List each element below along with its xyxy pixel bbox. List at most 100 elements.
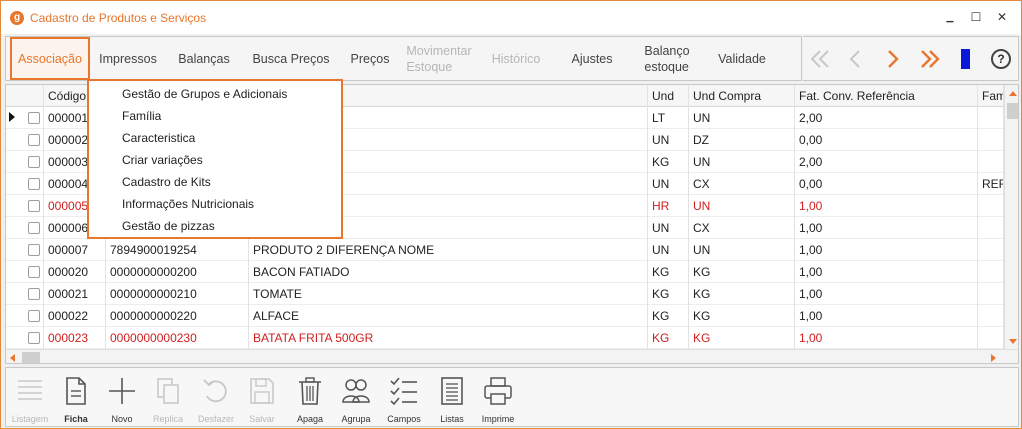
header-und[interactable]: Und (648, 85, 689, 107)
menu-impressos[interactable]: Impressos (92, 37, 164, 80)
cell-und[interactable]: UN (648, 239, 689, 261)
salvar-button[interactable]: Salvar (240, 368, 284, 426)
cell-familia[interactable] (978, 107, 1004, 129)
cell-barras[interactable]: 0000000000220 (106, 305, 249, 327)
table-row[interactable]: 000007 7894900019254 PRODUTO 2 DIFERENÇA N… (6, 239, 1004, 261)
cell-descricao[interactable]: ALFACE (249, 305, 648, 327)
cell-codigo[interactable]: 000021 (44, 283, 106, 305)
scroll-left-icon[interactable] (10, 354, 15, 362)
cell-und[interactable]: KG (648, 261, 689, 283)
header-familia[interactable]: Fam (978, 85, 1004, 107)
campos-button[interactable]: Campos (382, 368, 426, 426)
cell-barras[interactable]: 0000000000230 (106, 327, 249, 349)
cell-und[interactable]: KG (648, 151, 689, 173)
cell-fat-conv[interactable]: 1,00 (795, 327, 978, 349)
menu-balancas[interactable]: Balanças (166, 37, 242, 80)
cell-und-compra[interactable]: DZ (689, 129, 795, 151)
cell-und-compra[interactable]: UN (689, 107, 795, 129)
cell-und[interactable]: LT (648, 107, 689, 129)
cell-descricao[interactable]: BACON FATIADO (249, 261, 648, 283)
cell-fat-conv[interactable]: 1,00 (795, 239, 978, 261)
menu-balanco-estoque[interactable]: Balanço estoque (632, 37, 702, 80)
cell-familia[interactable] (978, 151, 1004, 173)
menu-movimentar-estoque[interactable]: Movimentar Estoque (398, 37, 480, 80)
cell-descricao[interactable]: TOMATE (249, 283, 648, 305)
dropdown-item-pizzas[interactable]: Gestão de pizzas (122, 215, 215, 237)
cell-barras[interactable]: 0000000000200 (106, 261, 249, 283)
scroll-right-icon[interactable] (991, 354, 996, 362)
cell-fat-conv[interactable]: 2,00 (795, 151, 978, 173)
cell-fat-conv[interactable]: 1,00 (795, 261, 978, 283)
table-row[interactable]: 000022 0000000000220 ALFACE KG KG 1,00 (6, 305, 1004, 327)
menu-validade[interactable]: Validade (708, 37, 776, 80)
cell-codigo[interactable]: 000023 (44, 327, 106, 349)
hscroll-thumb[interactable] (22, 352, 40, 363)
menu-historico[interactable]: Histórico (482, 37, 550, 80)
cell-codigo[interactable]: 000007 (44, 239, 106, 261)
menu-ajustes[interactable]: Ajustes (560, 37, 624, 80)
table-row[interactable]: 000023 0000000000230 BATATA FRITA 500GR KG K… (6, 327, 1004, 349)
cell-descricao[interactable]: PRODUTO 2 DIFERENÇA NOME (249, 239, 648, 261)
cell-familia[interactable] (978, 327, 1004, 349)
imprime-button[interactable]: Imprime (476, 368, 520, 426)
cell-fat-conv[interactable]: 2,00 (795, 107, 978, 129)
cell-descricao[interactable]: BATATA FRITA 500GR (249, 327, 648, 349)
cell-und-compra[interactable]: KG (689, 327, 795, 349)
close-button[interactable]: ✕ (989, 7, 1015, 27)
cell-barras[interactable]: 7894900019254 (106, 239, 249, 261)
dropdown-item-variacoes[interactable]: Criar variações (122, 149, 203, 171)
cell-und[interactable]: KG (648, 283, 689, 305)
cell-und-compra[interactable]: KG (689, 261, 795, 283)
apaga-button[interactable]: Apaga (288, 368, 332, 426)
novo-button[interactable]: Novo (100, 368, 144, 426)
dropdown-item-kits[interactable]: Cadastro de Kits (122, 171, 211, 193)
cell-fat-conv[interactable]: 0,00 (795, 173, 978, 195)
dropdown-item-grupos[interactable]: Gestão de Grupos e Adicionais (122, 83, 287, 105)
table-row[interactable]: 000020 0000000000200 BACON FATIADO KG KG 1,00 (6, 261, 1004, 283)
next-record-button[interactable] (879, 43, 907, 75)
cell-und-compra[interactable]: UN (689, 151, 795, 173)
menu-associacao[interactable]: Associação (10, 37, 90, 80)
horizontal-scrollbar[interactable] (6, 349, 1018, 363)
cell-familia[interactable] (978, 261, 1004, 283)
listas-button[interactable]: Listas (430, 368, 474, 426)
cell-fat-conv[interactable]: 0,00 (795, 129, 978, 151)
status-marker[interactable] (955, 43, 975, 75)
table-row[interactable]: 000021 0000000000210 TOMATE KG KG 1,00 (6, 283, 1004, 305)
cell-familia[interactable] (978, 305, 1004, 327)
cell-und-compra[interactable]: CX (689, 217, 795, 239)
scroll-thumb[interactable] (1007, 103, 1018, 119)
cell-und[interactable]: UN (648, 129, 689, 151)
header-und-compra[interactable]: Und Compra (689, 85, 795, 107)
header-fat-conv[interactable]: Fat. Conv. Referência (795, 85, 978, 107)
dropdown-item-nutricionais[interactable]: Informações Nutricionais (122, 193, 254, 215)
cell-fat-conv[interactable]: 1,00 (795, 195, 978, 217)
cell-familia[interactable] (978, 129, 1004, 151)
scroll-up-icon[interactable] (1009, 91, 1017, 96)
cell-und-compra[interactable]: KG (689, 283, 795, 305)
cell-und[interactable]: HR (648, 195, 689, 217)
cell-fat-conv[interactable]: 1,00 (795, 217, 978, 239)
previous-record-button[interactable] (841, 43, 869, 75)
minimize-button[interactable]: ▁ (937, 7, 963, 27)
last-record-button[interactable] (915, 43, 945, 75)
listagem-button[interactable]: Listagem (8, 368, 52, 426)
agrupa-button[interactable]: Agrupa (334, 368, 378, 426)
scroll-down-icon[interactable] (1009, 339, 1017, 344)
cell-familia[interactable] (978, 217, 1004, 239)
cell-barras[interactable]: 0000000000210 (106, 283, 249, 305)
cell-und[interactable]: UN (648, 173, 689, 195)
dropdown-item-familia[interactable]: Família (122, 105, 161, 127)
dropdown-item-caracteristica[interactable]: Caracteristica (122, 127, 195, 149)
cell-und-compra[interactable]: UN (689, 195, 795, 217)
cell-und[interactable]: KG (648, 305, 689, 327)
vertical-scrollbar[interactable] (1004, 85, 1018, 349)
cell-fat-conv[interactable]: 1,00 (795, 283, 978, 305)
ficha-button[interactable]: Ficha (54, 368, 98, 426)
replica-button[interactable]: Replica (146, 368, 190, 426)
menu-precos[interactable]: Preços (340, 37, 400, 80)
cell-und[interactable]: UN (648, 217, 689, 239)
cell-familia[interactable] (978, 195, 1004, 217)
cell-und-compra[interactable]: CX (689, 173, 795, 195)
cell-und-compra[interactable]: UN (689, 239, 795, 261)
